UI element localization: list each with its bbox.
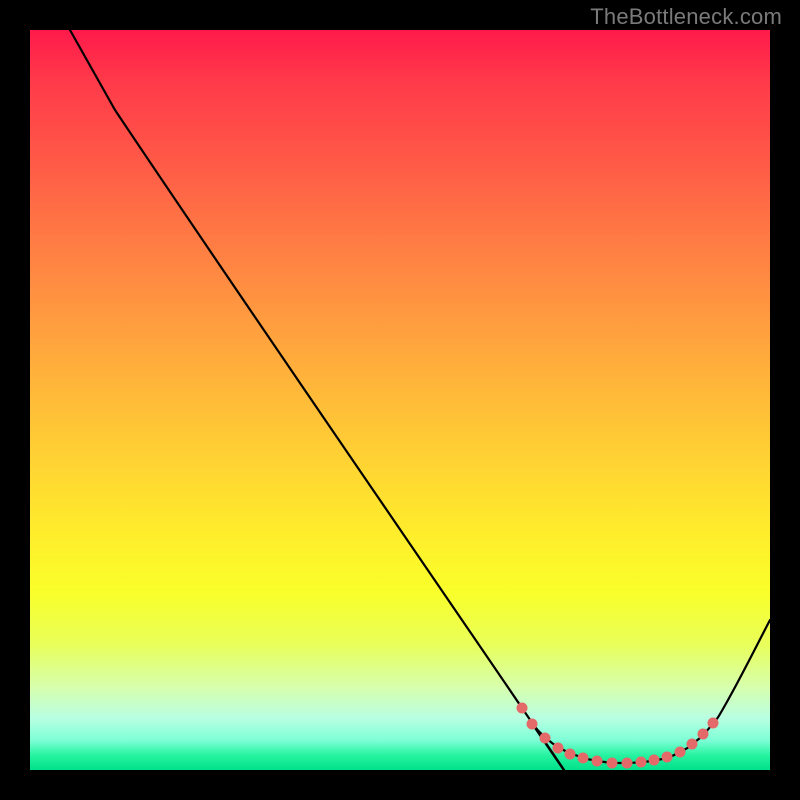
curve-marker (592, 756, 603, 767)
curve-marker (662, 752, 673, 763)
curve-marker (636, 757, 647, 768)
curve-marker (578, 753, 589, 764)
plot-area (30, 30, 770, 770)
curve-marker (517, 703, 528, 714)
curve-markers (517, 703, 719, 769)
curve-marker (708, 718, 719, 729)
chart-svg (30, 30, 770, 770)
curve-marker (649, 755, 660, 766)
watermark-text: TheBottleneck.com (590, 4, 782, 30)
curve-marker (540, 733, 551, 744)
curve-marker (553, 743, 564, 754)
curve-marker (565, 749, 576, 760)
curve-marker (527, 719, 538, 730)
curve-marker (622, 758, 633, 769)
curve-marker (607, 758, 618, 769)
curve-marker (687, 739, 698, 750)
curve-marker (698, 729, 709, 740)
chart-container: TheBottleneck.com (0, 0, 800, 800)
curve-marker (675, 747, 686, 758)
bottleneck-curve (70, 30, 770, 776)
